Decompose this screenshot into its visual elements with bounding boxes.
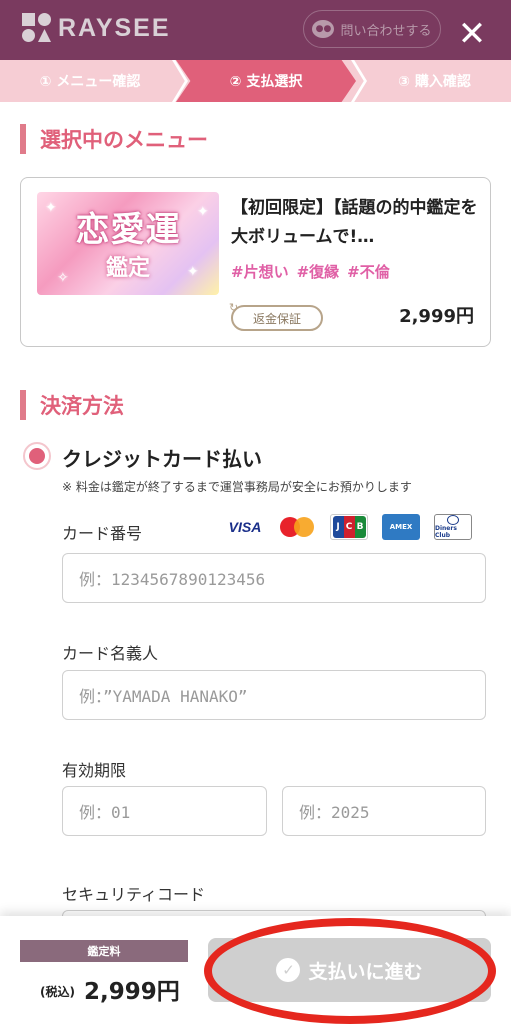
jcb-icon: JCB [330,514,368,540]
diners-ring [447,515,459,525]
security-code-label: セキュリティコード [62,885,206,904]
credit-card-label[interactable]: クレジットカード払い [62,443,262,472]
heading-bar [20,390,26,420]
escrow-note: ※ 料金は鑑定が終了するまで運営事務局が安全にお預かりします [62,480,412,494]
refund-badge: ↻ 返金保証 [229,301,323,331]
proceed-to-payment-button[interactable]: ✓ 支払いに進む [208,938,491,1002]
thumbnail-title: 恋愛運 [75,210,181,250]
check-circle-icon: ✓ [276,958,301,982]
section-heading-payment: 決済方法 [20,389,124,421]
step-menu-confirm: ① メニュー確認 [0,60,180,102]
step-label: ② 支払選択 [229,74,303,90]
expiry-label: 有効期限 [62,761,127,780]
contact-label: 問い合わせする [340,23,432,39]
logo[interactable]: RAYSEE [22,13,171,43]
card-holder-placeholder: 例：”YAMADA HANAKO” [79,687,248,706]
thumbnail-subtitle: 鑑定 [105,255,150,281]
visa-icon: VISA [228,519,262,535]
total-price: 2,999円 [84,979,180,1005]
diners-label: Diners Club [435,525,457,539]
mastercard-icon [278,514,316,540]
tax-label: (税込) [40,985,75,999]
card-number-input[interactable]: 例：1234567890123456 [62,553,486,603]
checkout-footer: 鑑定料 (税込) 2,999円 ✓ 支払いに進む [0,916,511,1024]
card-holder-label: カード名義人 [62,644,159,663]
section-heading-menu: 選択中のメニュー [20,123,208,155]
menu-price: 2,999円 [399,306,474,327]
menu-title: 【初回限定】【話題の的中鑑定を大ボリュームで!… [231,198,478,247]
menu-card[interactable]: ✦ ✦ ✦ ✧ 恋愛運 鑑定 【初回限定】【話題の的中鑑定を大ボリュームで!… … [20,177,491,347]
expiry-year-input[interactable]: 例：2025 [282,786,486,836]
tag: #片想い [231,263,289,281]
pay-button-label: 支払いに進む [308,960,423,983]
menu-thumbnail: ✦ ✦ ✦ ✧ 恋愛運 鑑定 [37,192,219,295]
logo-mark-icon [22,13,52,43]
step-label: ① メニュー確認 [39,74,141,90]
step-label: ③ 購入確認 [398,74,471,90]
tag: #不倫 [347,263,390,281]
credit-card-radio[interactable] [23,442,51,470]
chat-bubble-icon: ●● [312,20,335,38]
card-brands: VISA JCB AMEX Diners Club [226,514,472,540]
section-title: 選択中のメニュー [40,128,208,152]
contact-button[interactable]: ●● 問い合わせする [303,10,441,48]
refund-label: 返金保証 [252,311,301,326]
logo-text: RAYSEE [58,13,171,42]
close-icon[interactable]: ✕ [454,16,490,52]
heading-bar [20,124,26,154]
step-purchase-confirm: ③ 購入確認 [358,60,511,102]
expiry-month-placeholder: 例：01 [79,803,131,822]
card-number-placeholder: 例：1234567890123456 [79,570,266,589]
expiry-month-input[interactable]: 例：01 [62,786,267,836]
progress-steps: ① メニュー確認 ② 支払選択 ③ 購入確認 [0,60,511,102]
app-header: RAYSEE ●● 問い合わせする ✕ [0,0,511,60]
refund-arrow-icon: ↻ [229,301,239,314]
tag: #復縁 [296,263,340,281]
radio-selected-dot [29,448,45,464]
card-number-label: カード番号 [62,524,143,543]
card-holder-input[interactable]: 例：”YAMADA HANAKO” [62,670,486,720]
expiry-year-placeholder: 例：2025 [299,803,370,822]
menu-tags: #片想い #復縁 #不倫 [231,261,390,282]
step-payment-select: ② 支払選択 [176,60,356,102]
fee-label: 鑑定料 [20,940,188,962]
section-title: 決済方法 [40,394,124,418]
amex-icon: AMEX [382,514,420,540]
diners-club-icon: Diners Club [434,514,472,540]
